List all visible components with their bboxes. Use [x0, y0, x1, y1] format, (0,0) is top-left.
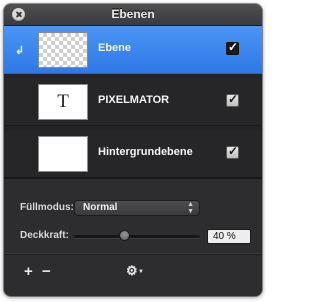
opacity-slider-knob[interactable] — [118, 230, 130, 241]
layer-thumbnail — [38, 136, 88, 172]
layers-panel: Ebenen ↲ Ebene ✓ T PIXELMATOR ✓ Hintergr… — [4, 4, 262, 296]
layer-list: ↲ Ebene ✓ T PIXELMATOR ✓ Hintergrundeben… — [4, 26, 262, 178]
remove-layer-icon[interactable]: − — [42, 263, 51, 280]
add-layer-icon[interactable]: + — [24, 263, 33, 280]
layer-thumbnail: T — [38, 84, 88, 120]
blend-mode-label: Füllmodus: — [20, 202, 74, 213]
checkmark-icon: ✓ — [228, 144, 239, 158]
opacity-slider-track[interactable] — [74, 235, 200, 239]
blend-mode-value: Normal — [83, 202, 118, 213]
visibility-checkbox[interactable]: ✓ — [226, 92, 239, 107]
text-layer-icon: T — [57, 91, 69, 112]
layer-name: Ebene — [98, 42, 132, 54]
layer-properties: Füllmodus: Normal ▲ ▼ Deckkraft: 40 % + −… — [4, 179, 262, 296]
layer-row-ebene[interactable]: ↲ Ebene ✓ — [4, 26, 262, 74]
layer-thumbnail — [38, 32, 88, 68]
chevron-down-icon: ▼ — [138, 269, 144, 275]
visibility-checkbox[interactable]: ✓ — [226, 40, 239, 55]
select-arrows-icon: ▲ ▼ — [187, 201, 194, 215]
checkmark-icon: ✓ — [228, 40, 239, 54]
layer-name: Hintergrundebene — [98, 146, 193, 158]
title-bar: Ebenen — [4, 4, 262, 26]
opacity-field[interactable]: 40 % — [207, 229, 251, 244]
divider — [4, 254, 262, 255]
checkmark-icon: ✓ — [228, 92, 239, 106]
gear-icon[interactable]: ⚙ — [126, 263, 138, 279]
layer-name: PIXELMATOR — [98, 94, 170, 106]
blend-mode-select[interactable]: Normal ▲ ▼ — [74, 200, 200, 216]
linked-layer-icon: ↲ — [15, 45, 25, 57]
opacity-label: Deckkraft: — [20, 230, 69, 241]
layer-row-pixelmator[interactable]: T PIXELMATOR ✓ — [4, 78, 262, 126]
window-title: Ebenen — [111, 7, 155, 21]
visibility-checkbox[interactable]: ✓ — [226, 144, 239, 159]
layer-row-hintergrundebene[interactable]: Hintergrundebene ✓ — [4, 130, 262, 178]
